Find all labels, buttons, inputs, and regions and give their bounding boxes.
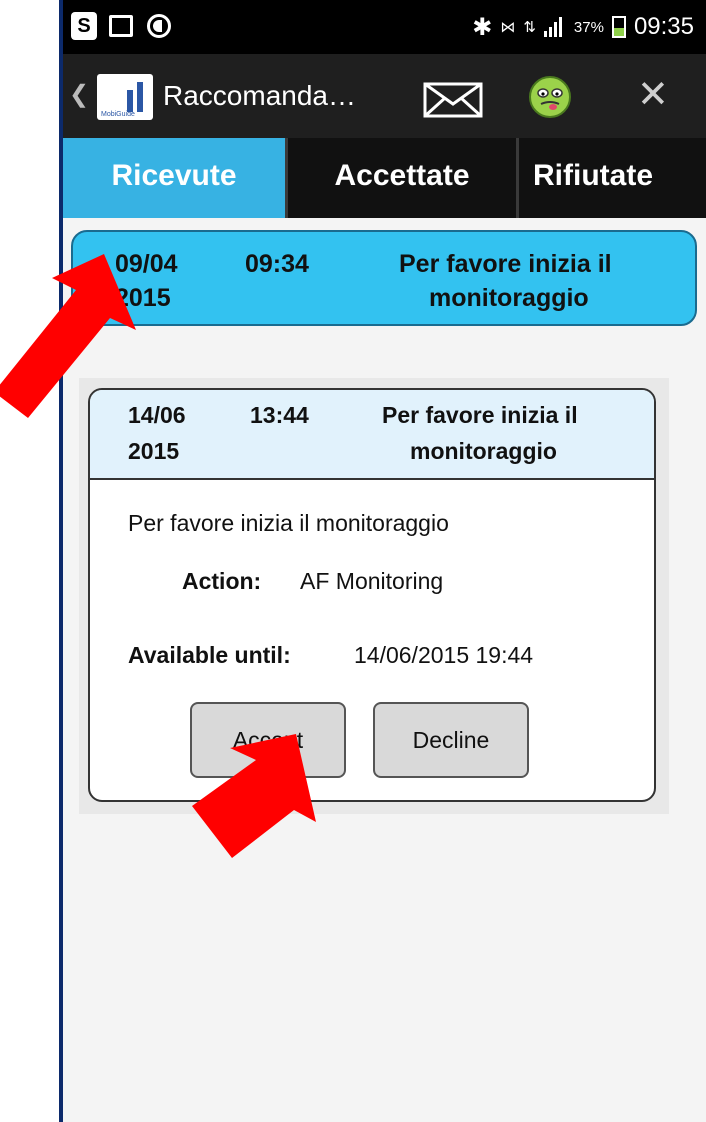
row-time: 09:34 (245, 250, 309, 278)
row-message-line1: Per favore inizia il (399, 250, 612, 278)
mute-icon: ⋈ (500, 19, 516, 36)
phone-screen: S ✱ ⋈ ⇅ 37% 09:35 ❮ MobiGuide Raccomanda… (63, 0, 706, 1122)
row-year: 2015 (115, 284, 171, 312)
row-message-line2: monitoraggio (429, 284, 589, 312)
app-logo-text: MobiGuide (101, 111, 135, 118)
dialog-body-text: Per favore inizia il monitoraggio (128, 510, 449, 536)
available-until-label: Available until: (128, 642, 291, 668)
row-date: 09/04 (115, 250, 178, 278)
action-bar: ❮ MobiGuide Raccomanda… ✕ (63, 54, 706, 138)
dialog-message-line1: Per favore inizia il (382, 402, 578, 428)
dialog-header: 14/06 2015 13:44 Per favore inizia il mo… (90, 390, 654, 480)
action-label: Action: (182, 568, 262, 594)
tab-ricevute[interactable]: Ricevute (63, 138, 285, 218)
dialog-date: 14/06 (128, 402, 186, 428)
bluetooth-icon: ✱ (472, 13, 493, 41)
dialog-year: 2015 (128, 438, 180, 464)
dialog-time: 13:44 (250, 402, 309, 428)
close-icon[interactable]: ✕ (637, 72, 669, 117)
data-icon: ⇅ (523, 19, 536, 36)
tab-bar: Ricevute Accettate Rifiutate (63, 138, 706, 218)
signal-icon (543, 17, 566, 37)
dialog-message-line2: monitoraggio (410, 438, 557, 464)
available-until-value: 14/06/2015 19:44 (354, 642, 534, 668)
image-notification-icon (109, 15, 133, 37)
mail-icon[interactable] (423, 82, 483, 118)
decline-button[interactable]: Decline (373, 702, 529, 778)
accept-button[interactable]: Accept (190, 702, 346, 778)
tab-divider (516, 138, 519, 218)
back-icon[interactable]: ❮ (69, 80, 89, 109)
battery-percent: 37% (573, 18, 604, 36)
sync-notification-icon (147, 14, 171, 38)
smiley-face (537, 88, 563, 110)
recommendation-row[interactable]: 09/04 2015 09:34 Per favore inizia il mo… (71, 230, 697, 326)
battery-icon (611, 16, 626, 38)
screen-title: Raccomanda… (163, 80, 356, 111)
app-logo[interactable]: MobiGuide (97, 74, 153, 120)
status-bar: S ✱ ⋈ ⇅ 37% 09:35 (63, 0, 706, 54)
recommendation-dialog: 14/06 2015 13:44 Per favore inizia il mo… (88, 388, 656, 802)
s-notification-icon: S (71, 12, 97, 40)
action-value: AF Monitoring (300, 568, 444, 594)
page-margin (0, 0, 62, 1122)
status-right-group: ✱ ⋈ ⇅ 37% 09:35 (472, 10, 694, 44)
smiley-icon[interactable] (529, 76, 571, 118)
tab-rifiutate[interactable]: Rifiutate (533, 138, 706, 218)
tab-accettate[interactable]: Accettate (288, 138, 516, 218)
clock: 09:35 (633, 13, 694, 40)
